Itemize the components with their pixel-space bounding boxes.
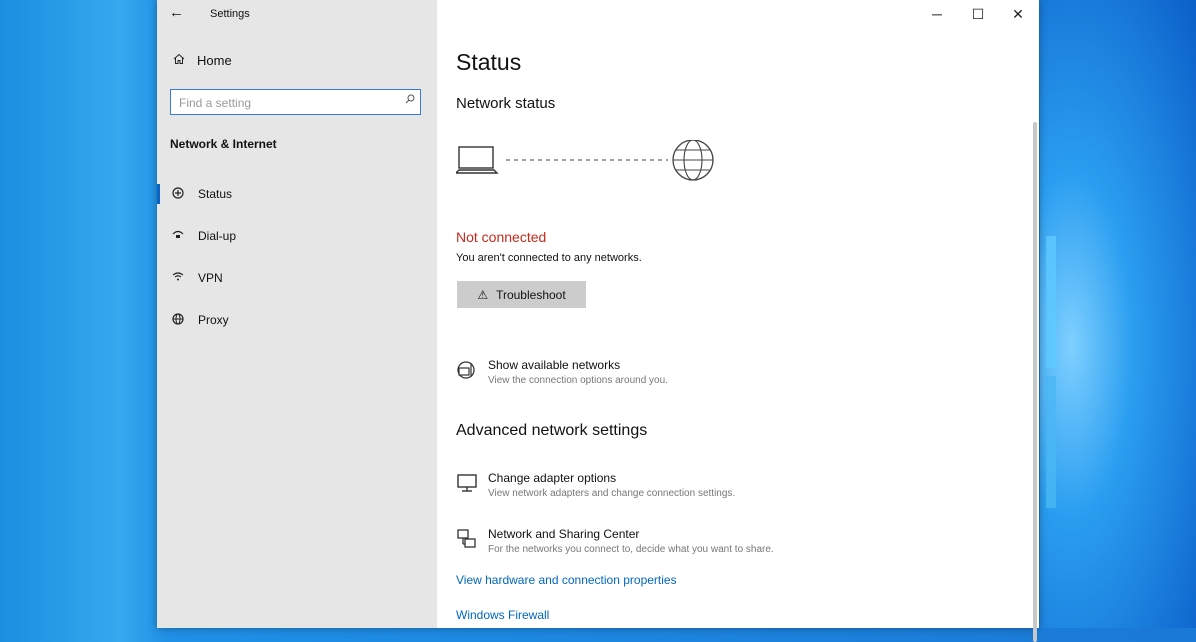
globe-icon (168, 312, 188, 328)
connection-status: Not connected (456, 229, 547, 245)
sidebar-item-label: Proxy (198, 313, 229, 327)
available-networks-icon (457, 361, 475, 379)
hardware-properties-link[interactable]: View hardware and connection properties (456, 573, 677, 587)
search-icon[interactable] (405, 94, 415, 104)
option-title: Show available networks (488, 358, 621, 372)
firewall-link[interactable]: Windows Firewall (456, 608, 549, 622)
search-field[interactable] (170, 89, 421, 115)
show-networks-option[interactable]: Show available networks View the connect… (456, 358, 668, 388)
warning-icon: ⚠ (477, 287, 489, 302)
network-status-heading: Network status (456, 95, 556, 112)
titlebar: ← Settings (157, 0, 437, 28)
section-heading: Network & Internet (170, 137, 277, 151)
option-description: View the connection options around you. (488, 375, 668, 386)
sharing-center-icon (457, 529, 476, 548)
desktop-window-logo-pane (1046, 376, 1056, 508)
home-icon (169, 53, 189, 68)
troubleshoot-button[interactable]: ⚠ Troubleshoot (457, 281, 586, 308)
globe-icon (672, 140, 714, 181)
sidebar-item-dialup[interactable]: Dial-up (157, 219, 437, 253)
sidebar-item-label: Status (198, 187, 233, 201)
advanced-settings-heading: Advanced network settings (456, 422, 648, 439)
desktop-background (1040, 0, 1196, 628)
option-description: View network adapters and change connect… (488, 488, 736, 499)
connection-description: You aren't connected to any networks. (456, 252, 642, 264)
sharing-center-option[interactable]: Network and Sharing Center For the netwo… (456, 527, 774, 557)
scrollbar[interactable] (1033, 122, 1037, 642)
titlebar-controls: ─ ☐ ✕ (437, 0, 1039, 28)
page-title: Status (456, 49, 522, 75)
option-title: Change adapter options (488, 471, 617, 485)
settings-window: ← Settings Home Network & Internet Statu… (157, 0, 1039, 642)
sidebar-item-label: Dial-up (198, 229, 237, 243)
search-input[interactable] (177, 91, 396, 115)
sidebar-item-label: Home (197, 53, 232, 68)
adapter-icon (457, 474, 477, 492)
status-icon (168, 186, 188, 202)
main-content: Status Network status Not connected You … (437, 28, 1039, 642)
laptop-icon (456, 146, 499, 174)
sidebar-item-home[interactable]: Home (169, 53, 232, 68)
sidebar-item-vpn[interactable]: VPN (157, 261, 437, 295)
adapter-options-option[interactable]: Change adapter options View network adap… (456, 471, 735, 501)
sidebar-item-status[interactable]: Status (157, 177, 437, 211)
network-diagram (456, 140, 714, 181)
sidebar-item-label: VPN (198, 271, 223, 285)
app-title: Settings (210, 8, 250, 20)
minimize-button[interactable]: ─ (917, 0, 957, 28)
back-arrow-icon[interactable]: ← (169, 4, 184, 21)
vpn-icon (168, 271, 188, 286)
desktop-window-logo-pane (1046, 236, 1056, 368)
option-description: For the networks you connect to, decide … (488, 544, 774, 555)
dialup-icon (168, 229, 188, 244)
troubleshoot-label: Troubleshoot (496, 287, 566, 302)
sidebar-item-proxy[interactable]: Proxy (157, 303, 437, 337)
sidebar: ← Settings Home Network & Internet Statu… (157, 0, 437, 628)
maximize-button[interactable]: ☐ (958, 0, 998, 28)
close-button[interactable]: ✕ (998, 0, 1038, 28)
option-title: Network and Sharing Center (488, 527, 640, 541)
